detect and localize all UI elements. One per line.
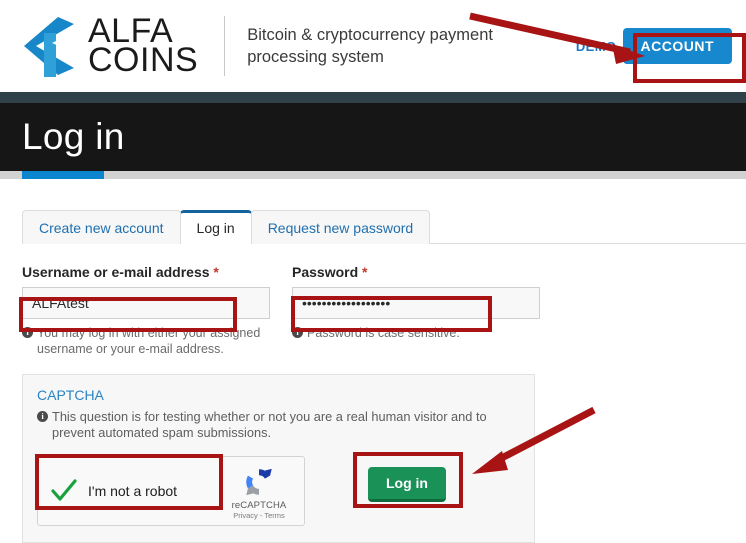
recaptcha-checkbox-label: I'm not a robot — [88, 483, 177, 499]
password-help: i Password is case sensitive. — [292, 325, 540, 341]
recaptcha-branding: reCAPTCHA Privacy - Terms — [223, 465, 295, 520]
recaptcha-widget[interactable]: I'm not a robot reCAPTCHA Privacy - Term… — [37, 456, 305, 526]
recaptcha-brand-name: reCAPTCHA — [223, 500, 295, 511]
username-help: i You may log in with either your assign… — [22, 325, 270, 358]
brand-name-line2: COINS — [88, 46, 198, 75]
brand-tagline: Bitcoin & cryptocurrency payment process… — [247, 24, 497, 69]
login-button[interactable]: Log in — [368, 467, 446, 502]
header-divider — [224, 16, 225, 76]
captcha-legend: CAPTCHA — [37, 387, 520, 403]
page-title-underline — [0, 171, 746, 179]
tab-request-new-password[interactable]: Request new password — [251, 210, 431, 244]
auth-tabs: Create new account Log in Request new pa… — [0, 209, 746, 244]
password-help-text: Password is case sensitive. — [307, 325, 460, 341]
username-label: Username or e-mail address * — [22, 264, 270, 280]
info-icon: i — [37, 411, 48, 422]
recaptcha-legal-links[interactable]: Privacy - Terms — [223, 511, 295, 520]
tab-create-new-account[interactable]: Create new account — [22, 210, 181, 244]
captcha-description-text: This question is for testing whether or … — [52, 409, 520, 443]
brand-wordmark: ALFA COINS — [88, 17, 198, 75]
demo-link[interactable]: DEMO — [576, 39, 617, 54]
password-input[interactable] — [292, 287, 540, 319]
password-label-text: Password — [292, 264, 358, 280]
page-title-accent — [22, 171, 104, 179]
password-field-group: Password * i Password is case sensitive. — [292, 264, 540, 358]
alfacoins-k-logo-icon — [22, 15, 80, 77]
username-field-group: Username or e-mail address * i You may l… — [22, 264, 270, 358]
brand-logo[interactable]: ALFA COINS — [22, 15, 198, 77]
captcha-description: i This question is for testing whether o… — [37, 409, 520, 443]
password-required-mark: * — [362, 264, 367, 280]
username-help-text: You may log in with either your assigned… — [37, 325, 270, 358]
account-button[interactable]: ACCOUNT — [623, 28, 733, 64]
login-form: Username or e-mail address * i You may l… — [0, 244, 746, 358]
password-label: Password * — [292, 264, 540, 280]
username-input[interactable] — [22, 287, 270, 319]
info-icon: i — [22, 327, 33, 338]
username-required-mark: * — [213, 264, 218, 280]
checkmark-icon — [50, 477, 78, 505]
page-title-banner: Log in — [0, 103, 746, 171]
recaptcha-logo-icon — [242, 465, 276, 499]
username-label-text: Username or e-mail address — [22, 264, 210, 280]
tab-log-in[interactable]: Log in — [180, 210, 252, 244]
page-title: Log in — [22, 116, 125, 158]
header-actions: DEMO ACCOUNT — [576, 0, 746, 92]
site-header: ALFA COINS Bitcoin & cryptocurrency paym… — [0, 0, 746, 92]
captcha-panel: CAPTCHA i This question is for testing w… — [22, 374, 535, 543]
info-icon: i — [292, 327, 303, 338]
header-accent-strip — [0, 92, 746, 103]
